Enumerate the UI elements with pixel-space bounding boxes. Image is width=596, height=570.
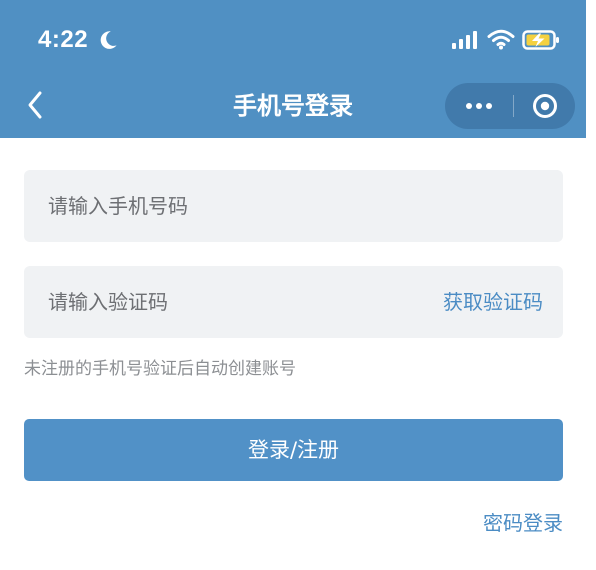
phone-number-placeholder: 请输入手机号码 xyxy=(48,194,188,218)
more-options-button[interactable] xyxy=(445,83,513,129)
moon-icon xyxy=(100,31,117,49)
page-title: 手机号登录 xyxy=(233,92,353,120)
verification-code-field[interactable]: 请输入验证码 获取验证码 xyxy=(24,266,563,338)
battery-charging-icon xyxy=(522,30,559,50)
password-login-link[interactable]: 密码登录 xyxy=(465,506,563,540)
right-edge-gap xyxy=(586,0,596,570)
chevron-left-icon xyxy=(28,91,42,119)
mini-program-capsule xyxy=(445,83,575,129)
signal-icon xyxy=(452,31,477,49)
back-button[interactable] xyxy=(18,84,52,126)
status-time: 4:22 xyxy=(38,26,89,53)
verification-code-placeholder: 请输入验证码 xyxy=(48,290,168,314)
phone-login-screen: 4:22 手机号登录 请输入手机号码 请输入验证码 获取验证码 未注册的手机号验… xyxy=(0,0,596,570)
login-register-button[interactable]: 登录/注册 xyxy=(24,419,563,481)
phone-number-field[interactable]: 请输入手机号码 xyxy=(24,170,563,242)
status-icons xyxy=(447,24,565,56)
close-mini-program-button[interactable] xyxy=(514,83,575,129)
wifi-icon xyxy=(487,29,515,50)
auto-register-hint: 未注册的手机号验证后自动创建账号 xyxy=(24,359,296,379)
get-verification-code-button[interactable]: 获取验证码 xyxy=(430,266,543,338)
more-dots-icon xyxy=(466,103,492,109)
close-target-icon xyxy=(532,94,557,118)
